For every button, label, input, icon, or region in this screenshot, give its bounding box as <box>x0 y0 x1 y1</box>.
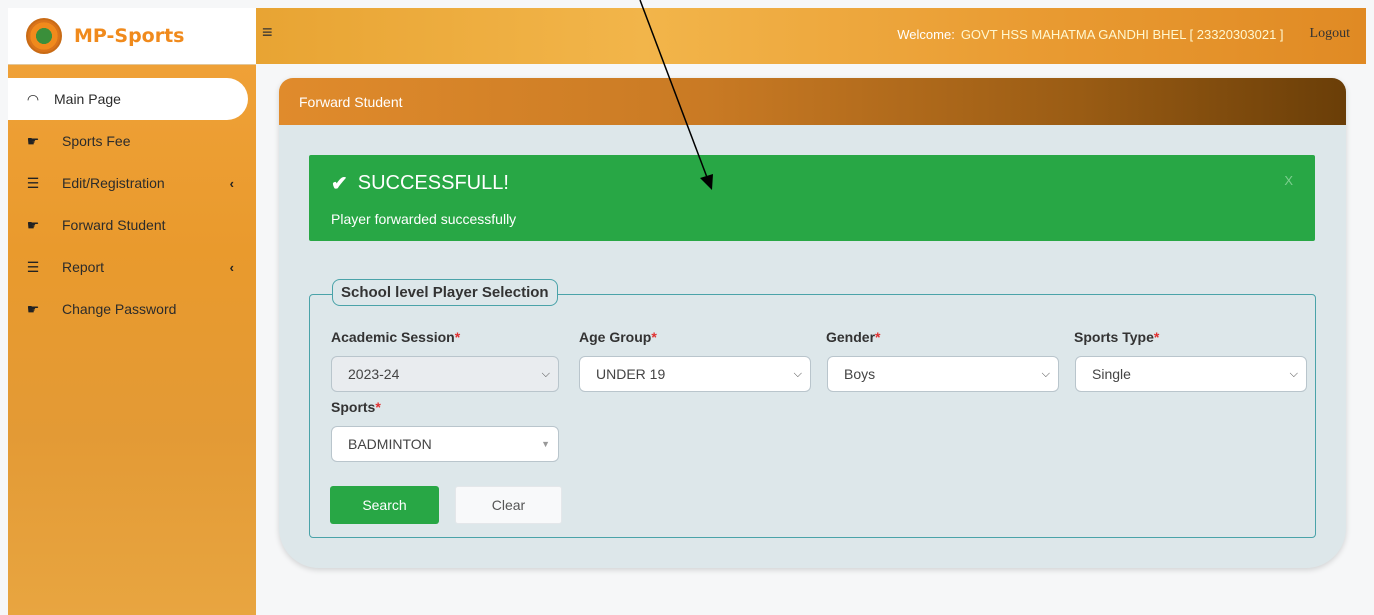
sidebar-item-label: Report <box>62 259 105 275</box>
list-icon: ☰ <box>26 174 40 191</box>
sports-value: BADMINTON <box>348 436 432 452</box>
sports-label: Sports* <box>331 399 381 415</box>
sports-type-label-text: Sports Type <box>1074 329 1154 345</box>
sidebar-item-report[interactable]: ☰ Report ‹ <box>8 246 256 288</box>
sports-type-value: Single <box>1092 366 1131 382</box>
sidebar-item-label: Sports Fee <box>62 133 131 149</box>
search-button[interactable]: Search <box>330 486 439 524</box>
chevron-left-icon: ‹ <box>229 259 234 275</box>
mp-logo-icon <box>26 18 62 54</box>
brand[interactable]: MP-Sports <box>8 8 256 65</box>
gender-label: Gender* <box>826 329 880 345</box>
required-mark: * <box>454 329 461 345</box>
age-group-value: UNDER 19 <box>596 366 666 382</box>
success-alert: ✔ SUCCESSFULL! Player forwarded successf… <box>309 155 1315 241</box>
chevron-down-icon: ⌵ <box>793 367 802 380</box>
sports-type-select[interactable]: Single ⌵ <box>1075 356 1307 392</box>
alert-title: ✔ SUCCESSFULL! <box>331 171 509 196</box>
sidebar-item-edit-registration[interactable]: ☰ Edit/Registration ‹ <box>8 162 256 204</box>
clear-button[interactable]: Clear <box>455 486 562 524</box>
sports-label-text: Sports <box>331 399 376 415</box>
sidebar-item-label: Edit/Registration <box>62 175 165 191</box>
required-mark: * <box>1153 329 1160 345</box>
sidebar: MP-Sports ◠ Main Page ☛ Sports Fee ☰ Edi… <box>8 8 256 615</box>
logout-link[interactable]: Logout <box>1310 26 1350 42</box>
academic-session-label: Academic Session* <box>331 329 460 345</box>
sports-select[interactable]: BADMINTON ▼ <box>331 426 559 462</box>
required-mark: * <box>651 329 657 345</box>
chevron-left-icon: ‹ <box>229 175 234 191</box>
hand-pointer-icon: ☛ <box>26 300 40 317</box>
hand-pointer-icon: ☛ <box>26 216 40 233</box>
menu-toggle-icon[interactable]: ≡ <box>262 22 273 43</box>
forward-student-card: Forward Student ✔ SUCCESSFULL! Player fo… <box>279 78 1346 568</box>
list-icon: ☰ <box>26 258 40 275</box>
required-mark: * <box>375 399 381 415</box>
academic-session-label-text: Academic Session <box>331 329 455 345</box>
academic-session-value: 2023-24 <box>348 366 400 382</box>
dashboard-icon: ◠ <box>26 90 40 107</box>
sidebar-item-main-page[interactable]: ◠ Main Page <box>8 78 248 120</box>
sidebar-item-forward-student[interactable]: ☛ Forward Student <box>8 204 256 246</box>
card-title: Forward Student <box>299 93 403 110</box>
alert-title-text: SUCCESSFULL! <box>357 172 509 194</box>
sports-type-label: Sports Type* <box>1074 329 1159 345</box>
age-group-label-text: Age Group <box>579 329 652 345</box>
caret-down-icon: ▼ <box>541 439 550 449</box>
required-mark: * <box>875 329 881 345</box>
hand-pointer-icon: ☛ <box>26 132 40 149</box>
sidebar-item-change-password[interactable]: ☛ Change Password <box>8 288 256 330</box>
academic-session-select[interactable]: 2023-24 ⌵ <box>331 356 559 392</box>
sidebar-item-sports-fee[interactable]: ☛ Sports Fee <box>8 120 256 162</box>
alert-close-button[interactable]: X <box>1284 173 1293 188</box>
gender-label-text: Gender <box>826 329 876 345</box>
school-name: GOVT HSS MAHATMA GANDHI BHEL [ 233203030… <box>960 26 1284 42</box>
welcome-area: Welcome: GOVT HSS MAHATMA GANDHI BHEL [ … <box>897 26 1350 42</box>
fieldset-legend: School level Player Selection <box>332 279 558 306</box>
gender-value: Boys <box>844 366 876 382</box>
chevron-down-icon: ⌵ <box>541 367 550 380</box>
age-group-select[interactable]: UNDER 19 ⌵ <box>579 356 811 392</box>
age-group-label: Age Group* <box>579 329 657 345</box>
card-header: Forward Student <box>279 78 1346 125</box>
alert-message: Player forwarded successfully <box>331 211 517 227</box>
top-bar: ≡ Welcome: GOVT HSS MAHATMA GANDHI BHEL … <box>256 8 1366 64</box>
sidebar-item-label: Change Password <box>62 301 177 317</box>
sidebar-item-label: Forward Student <box>62 217 166 233</box>
welcome-label: Welcome: <box>897 26 955 42</box>
sidebar-nav: ◠ Main Page ☛ Sports Fee ☰ Edit/Registra… <box>8 78 256 330</box>
chevron-down-icon: ⌵ <box>1041 367 1050 380</box>
sidebar-item-label: Main Page <box>54 91 121 107</box>
chevron-down-icon: ⌵ <box>1289 367 1298 380</box>
brand-name: MP-Sports <box>74 25 185 47</box>
check-icon: ✔ <box>331 173 348 195</box>
gender-select[interactable]: Boys ⌵ <box>827 356 1059 392</box>
